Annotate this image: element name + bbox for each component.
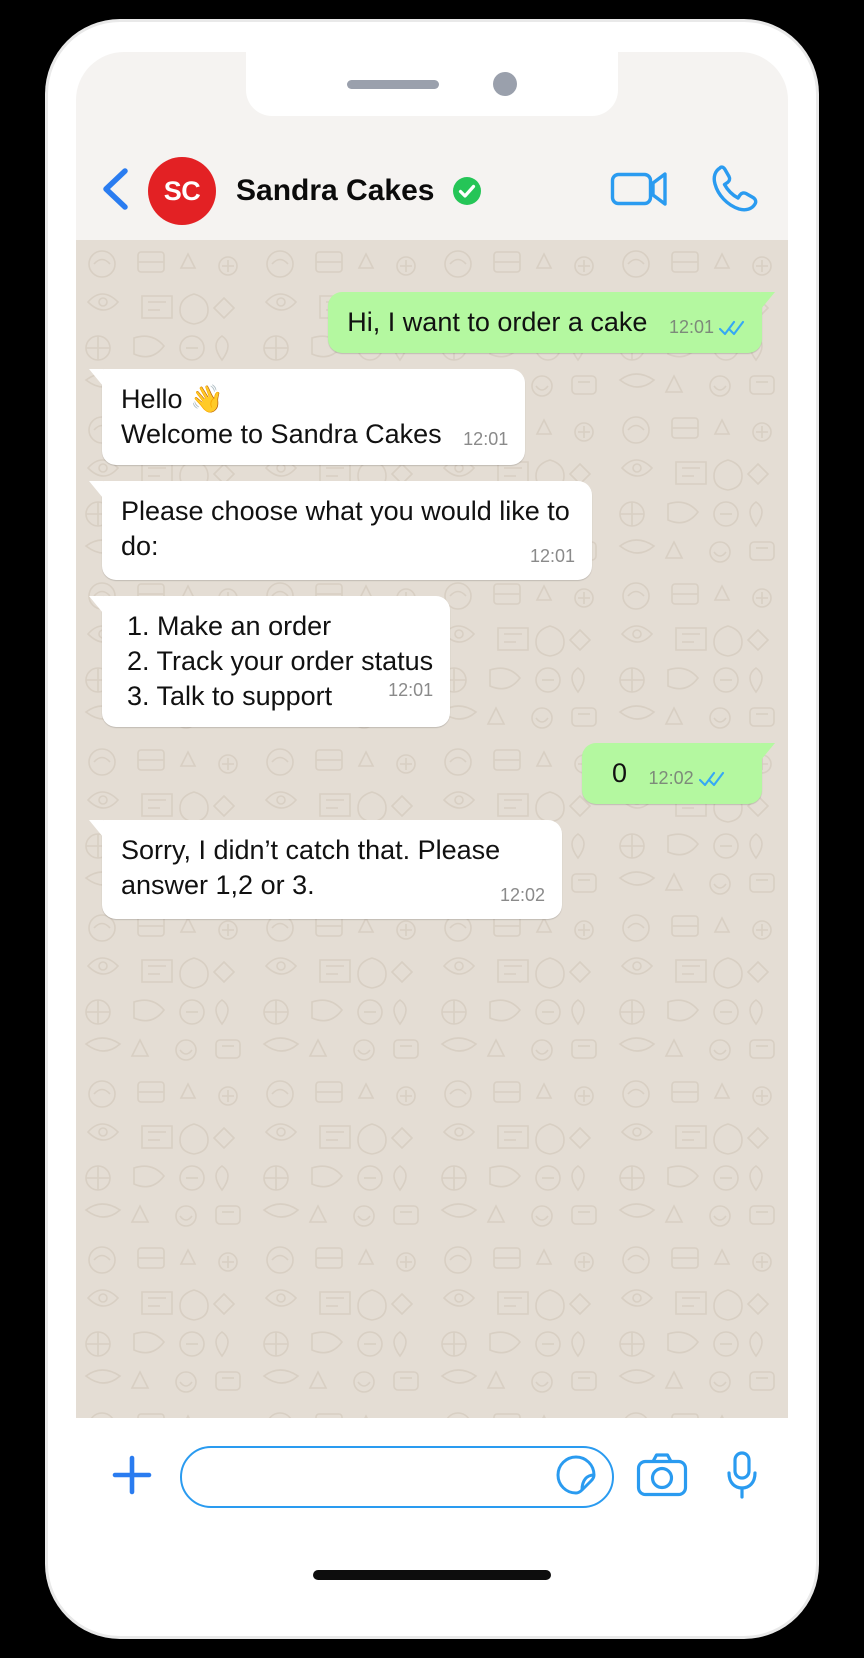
message-bubble-incoming[interactable]: 1. Make an order 2. Track your order sta… [88,595,451,728]
microphone-button[interactable] [724,1450,760,1505]
contact-name[interactable]: Sandra Cakes [236,174,434,208]
message-row: Sorry, I didn’t catch that. Please answe… [89,820,762,919]
message-input-wrapper[interactable] [180,1446,614,1508]
microphone-icon [724,1450,760,1505]
avatar-initials: SC [163,175,201,206]
message-meta: 12:01 [530,545,575,568]
message-bubble-incoming[interactable]: Hello 👋 Welcome to Sandra Cakes 12:01 [88,369,526,466]
message-row: Hi, I want to order a cake 12:01 [102,292,775,354]
header-actions [610,164,764,219]
verified-check-icon [452,176,482,206]
camera-icon [636,1452,688,1503]
sticker-button[interactable] [554,1453,598,1502]
message-time: 12:01 [529,546,575,567]
camera-button[interactable] [636,1452,688,1503]
chat-message-list[interactable]: Hi, I want to order a cake 12:01 Hello 👋… [76,240,788,1418]
message-row: 1. Make an order 2. Track your order sta… [88,595,762,728]
home-indicator [313,1570,551,1580]
message-bubble-incoming[interactable]: Please choose what you would like to do:… [89,481,592,580]
message-bubble-outgoing[interactable]: Hi, I want to order a cake 12:01 [328,292,775,354]
phone-screen: SC Sandra Cakes Hi, I want to order a ca… [76,52,788,1606]
message-text: Sorry, I didn’t catch that. Please answe… [121,835,501,901]
double-check-icon [698,771,725,787]
double-check-icon [719,320,745,336]
front-camera-icon [493,72,517,96]
message-text: 0 [612,758,628,789]
message-row: Please choose what you would like to do:… [89,481,762,580]
earpiece-speaker [347,79,439,89]
phone-icon [710,164,758,219]
voice-call-button[interactable] [710,164,758,219]
message-meta: 12:02 [649,767,725,790]
message-row: Hello 👋 Welcome to Sandra Cakes 12:01 [88,369,762,466]
message-text: Hi, I want to order a cake [347,307,648,337]
message-text: Please choose what you would like to do: [121,496,570,562]
message-row: 0 12:02 [102,743,775,805]
message-time: 12:01 [668,317,714,337]
message-meta: 12:01 [669,316,745,339]
message-time: 12:01 [463,429,509,450]
avatar[interactable]: SC [148,157,216,225]
phone-frame: SC Sandra Cakes Hi, I want to order a ca… [48,22,816,1636]
message-bubble-incoming[interactable]: Sorry, I didn’t catch that. Please answe… [89,820,562,919]
message-meta: 12:01 [463,428,508,451]
message-text: Hello 👋 Welcome to Sandra Cakes [121,384,442,450]
message-time: 12:02 [648,768,694,789]
sticker-icon [554,1453,598,1502]
chat-header: SC Sandra Cakes [76,142,788,240]
messages-container: Hi, I want to order a cake 12:01 Hello 👋… [76,240,788,919]
message-input-bar [76,1418,788,1536]
message-input[interactable] [208,1463,554,1491]
message-time: 12:02 [499,885,545,906]
chevron-left-icon [99,166,133,217]
message-bubble-outgoing[interactable]: 0 12:02 [582,743,775,805]
message-meta: 12:01 [388,679,433,702]
attach-button[interactable] [104,1449,160,1505]
plus-icon [109,1452,155,1503]
video-camera-icon [610,168,668,215]
message-meta: 12:02 [500,884,545,907]
message-time: 12:01 [388,679,434,700]
phone-notch [246,52,618,116]
back-button[interactable] [94,167,138,215]
video-call-button[interactable] [610,168,668,215]
